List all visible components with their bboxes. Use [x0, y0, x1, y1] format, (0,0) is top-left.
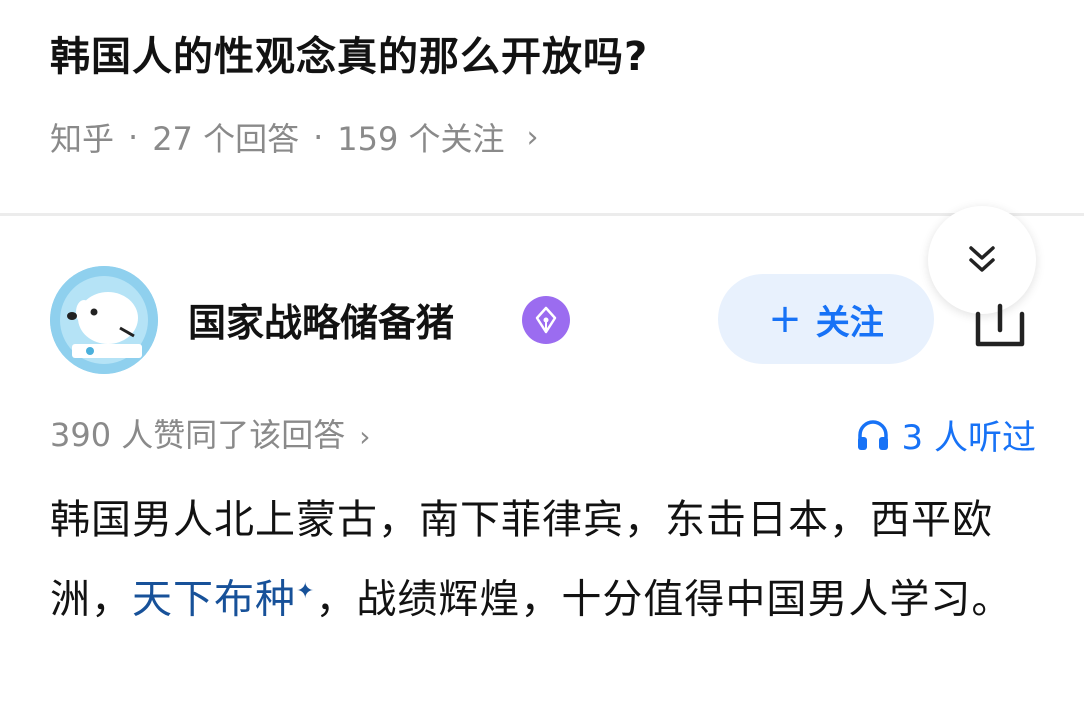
vote-count-text: 390 人赞同了该回答	[50, 416, 346, 454]
vote-summary[interactable]: 390 人赞同了该回答 ›	[50, 410, 370, 456]
source-label: 知乎	[50, 120, 115, 158]
chevron-right-icon: ›	[526, 119, 539, 155]
headphones-icon	[857, 419, 888, 450]
follow-button[interactable]: + 关注	[718, 274, 934, 364]
listen-count-text: 3 人听过	[901, 418, 1036, 458]
follower-count: 159 个关注	[337, 120, 505, 158]
chevron-right-icon: ›	[359, 420, 371, 453]
pen-nib-icon	[535, 306, 557, 334]
follow-label: 关注	[815, 302, 884, 343]
author-name[interactable]: 国家战略储备猪	[188, 292, 454, 347]
divider	[0, 213, 1084, 216]
search-link[interactable]: 天下布种	[132, 576, 296, 622]
avatar[interactable]	[50, 266, 158, 374]
avatar-image	[50, 266, 158, 374]
answer-text: ，战绩辉煌，十分值得中国男人学习。	[315, 576, 1013, 623]
pen-badge-icon[interactable]	[522, 296, 570, 344]
answer-content[interactable]: 韩国男人北上蒙古，南下菲律宾，东击日本，西平欧洲，天下布种✦，战绩辉煌，十分值得…	[50, 484, 1040, 635]
listen-count[interactable]: 3 人听过	[856, 410, 1036, 459]
share-icon[interactable]	[972, 300, 1028, 350]
sparkle-icon: ✦	[296, 579, 316, 604]
question-title[interactable]: 韩国人的性观念真的那么开放吗?	[50, 24, 648, 82]
separator-dot: ·	[313, 118, 324, 156]
question-meta[interactable]: 知乎 · 27 个回答 · 159 个关注 ›	[50, 114, 539, 160]
collapse-button[interactable]	[928, 206, 1036, 314]
separator-dot: ·	[128, 118, 139, 156]
double-chevron-down-icon	[969, 246, 995, 272]
plus-icon: +	[768, 296, 802, 342]
answer-count: 27 个回答	[152, 120, 300, 158]
